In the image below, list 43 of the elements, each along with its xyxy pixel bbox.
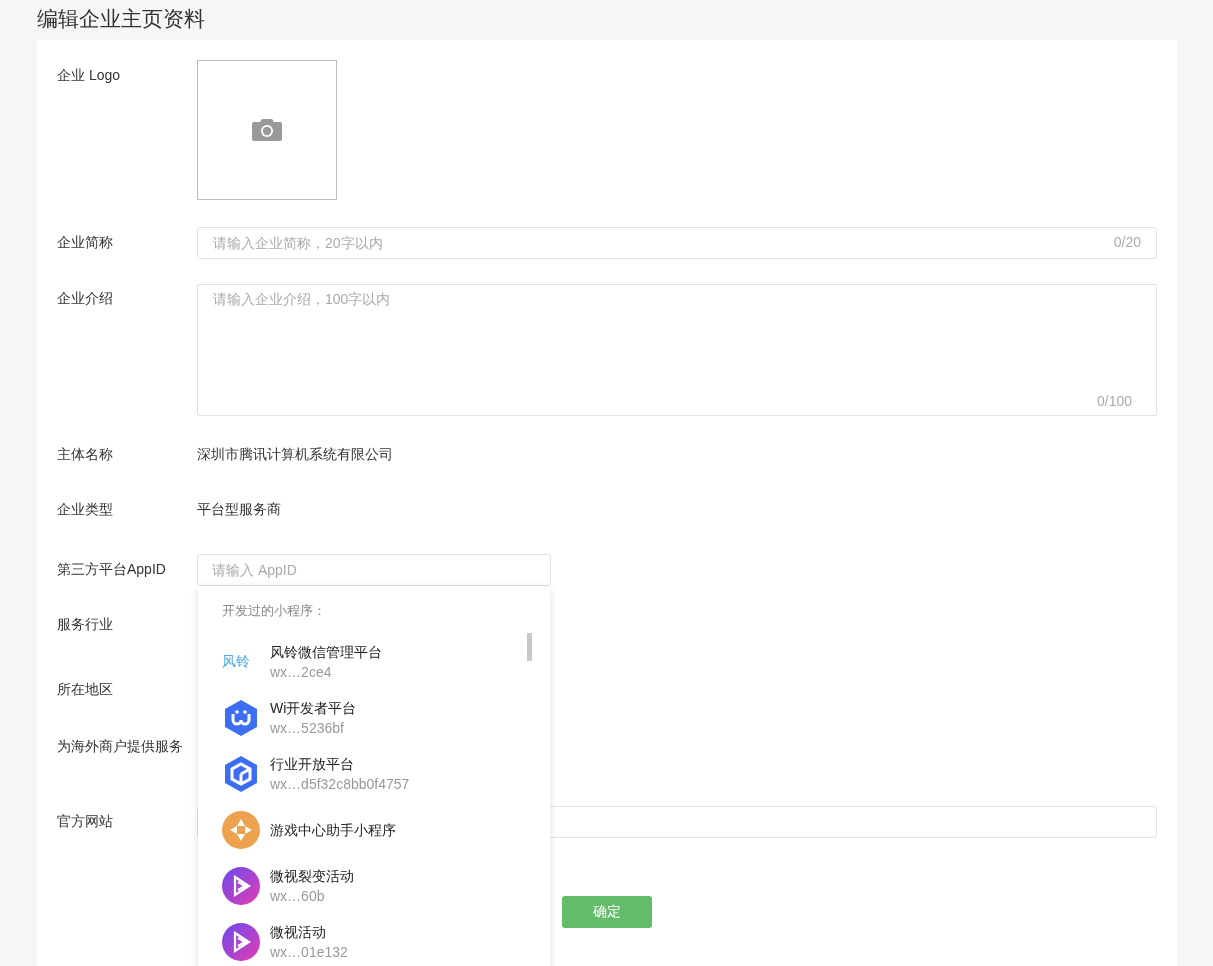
mini-program-item[interactable]: 微视裂变活动 wx…60b [198, 858, 550, 914]
mini-program-item[interactable]: 行业开放平台 wx…d5f32c8bb0f4757 [198, 746, 550, 802]
mini-program-item[interactable]: Wi开发者平台 wx…5236bf [198, 690, 550, 746]
mini-program-name: 微视裂变活动 [270, 867, 354, 886]
field-label: 所在地区 [57, 680, 114, 699]
mini-program-name: 行业开放平台 [270, 755, 355, 774]
dropdown-heading: 开发过的小程序： [221, 602, 327, 620]
mini-program-appid: wx…01e132 [270, 943, 348, 962]
field-label: 第三方平台AppID [57, 560, 167, 579]
field-label: 企业介绍 [57, 289, 114, 308]
target-icon [222, 811, 260, 849]
field-label: 官方网站 [57, 812, 114, 831]
page-title: 编辑企业主页资料 [36, 6, 206, 32]
mini-program-name: 游戏中心助手小程序 [270, 821, 396, 840]
company-type-text: 平台型服务商 [197, 500, 281, 519]
scrollbar[interactable] [527, 633, 532, 661]
appid-input[interactable]: 请输入 AppID [197, 554, 551, 586]
field-label: 企业 Logo [57, 66, 122, 85]
entity-name-text: 深圳市腾讯计算机系统有限公司 [197, 445, 393, 464]
mini-program-item[interactable]: 游戏中心助手小程序 [198, 802, 550, 858]
char-counter: 0/20 [1113, 234, 1141, 250]
mini-program-appid: wx…d5f32c8bb0f4757 [270, 775, 410, 794]
mini-program-name: Wi开发者平台 [270, 699, 357, 718]
camera-icon [252, 119, 282, 141]
field-label: 为海外商户提供服务 [57, 737, 184, 756]
play-icon [222, 923, 260, 961]
hexagon-icon [222, 699, 260, 737]
play-icon [222, 867, 260, 905]
mini-program-item[interactable]: 风铃 风铃微信管理平台 wx…2ce4 [198, 634, 550, 690]
mini-program-appid: wx…5236bf [270, 719, 345, 738]
field-label: 企业类型 [57, 500, 114, 519]
field-label: 主体名称 [57, 445, 114, 464]
mini-program-item[interactable]: 微视活动 wx…01e132 [198, 914, 550, 966]
app-logo: 风铃 [222, 653, 251, 671]
mini-program-appid: wx…2ce4 [270, 663, 333, 682]
char-counter: 0/100 [1096, 393, 1132, 409]
mini-program-appid: wx…60b [270, 887, 326, 906]
field-label: 服务行业 [57, 615, 114, 634]
hexagon-cube-icon [222, 755, 260, 793]
mini-program-name: 微视活动 [270, 923, 327, 942]
mini-program-name: 风铃微信管理平台 [270, 643, 382, 662]
logo-upload-box[interactable] [197, 60, 337, 200]
field-label: 企业简称 [57, 233, 114, 252]
